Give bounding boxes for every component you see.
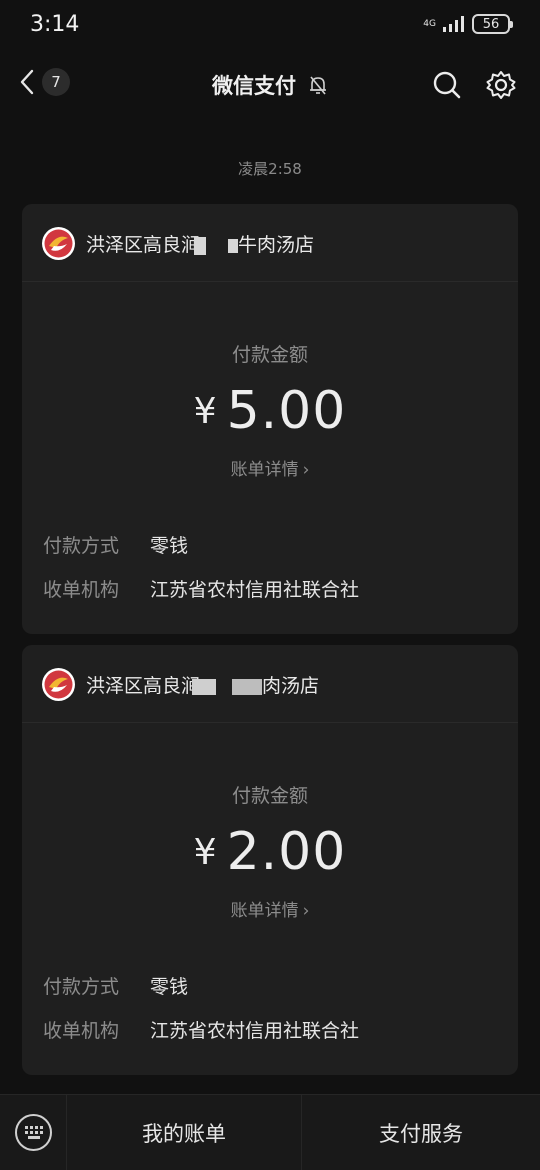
merchant-name-start: 洪泽区高良涧 <box>86 675 201 697</box>
info-row-method: 付款方式 零钱 <box>43 963 518 1007</box>
info-value: 江苏省农村信用社联合社 <box>150 578 360 601</box>
card-header: 洪泽区高良涧 牛肉汤店 <box>22 204 518 282</box>
info-row-acquirer: 收单机构 江苏省农村信用社联合社 <box>43 566 518 610</box>
bill-detail-label: 账单详情 <box>230 460 299 480</box>
bill-detail-label: 账单详情 <box>230 901 299 921</box>
search-button[interactable] <box>432 70 462 104</box>
card-header: 洪泽区高良涧 肉汤店 <box>22 645 518 723</box>
amount-label: 付款金额 <box>231 344 308 366</box>
amount-display: ¥5.00 <box>22 381 518 441</box>
currency-symbol: ¥ <box>193 390 217 432</box>
amount-display: ¥2.00 <box>22 822 518 882</box>
info-value: 零钱 <box>150 534 189 557</box>
amount-value: 2.00 <box>226 822 347 882</box>
info-value: 零钱 <box>150 975 189 998</box>
info-key: 收单机构 <box>43 578 120 601</box>
settings-button[interactable] <box>486 70 516 104</box>
currency-symbol: ¥ <box>193 831 217 873</box>
merchant-name-end: 牛肉汤店 <box>238 234 315 256</box>
chevron-right-icon: › <box>302 460 310 480</box>
network-label: 4G <box>423 18 436 29</box>
redaction-mark <box>232 678 263 695</box>
info-value: 江苏省农村信用社联合社 <box>150 1019 360 1042</box>
redaction-mark <box>194 236 207 255</box>
status-time: 3:14 <box>30 12 80 37</box>
signal-icon <box>443 16 464 32</box>
info-key: 收单机构 <box>43 1019 120 1042</box>
payment-info: 付款方式 零钱 收单机构 江苏省农村信用社联合社 <box>22 963 518 1051</box>
amount-label: 付款金额 <box>231 785 308 807</box>
keyboard-icon <box>25 1126 43 1139</box>
merchant-name-end: 肉汤店 <box>262 675 320 697</box>
payment-info: 付款方式 零钱 收单机构 江苏省农村信用社联合社 <box>22 522 518 610</box>
page-title: 微信支付 <box>212 74 296 98</box>
chevron-right-icon: › <box>302 901 310 921</box>
info-key: 付款方式 <box>43 975 120 998</box>
battery-icon: 56 <box>472 14 513 34</box>
search-icon <box>433 71 461 99</box>
bank-logo-icon <box>42 668 75 701</box>
info-key: 付款方式 <box>43 534 120 557</box>
info-row-method: 付款方式 零钱 <box>43 522 518 566</box>
redaction-mark <box>228 238 239 253</box>
status-bar: 3:14 4G 56 <box>0 0 540 52</box>
bill-detail-link[interactable]: 账单详情 › <box>22 896 518 921</box>
mute-bell-icon <box>310 76 326 95</box>
redaction-mark <box>192 678 217 695</box>
message-timestamp: 凌晨2:58 <box>238 160 302 178</box>
amount-value: 5.00 <box>226 381 347 441</box>
nav-bar: 7 微信支付 <box>0 56 540 116</box>
merchant-name-start: 洪泽区高良涧 <box>86 234 201 256</box>
payment-card[interactable]: 洪泽区高良涧 牛肉汤店 付款金额 ¥5.00 账单详情 › 付款方式 零钱 收单机构… <box>22 204 518 634</box>
payment-card[interactable]: 洪泽区高良涧 肉汤店 付款金额 ¥2.00 账单详情 › 付款方式 零钱 收单机构 … <box>22 645 518 1075</box>
payment-services-menu[interactable]: 支付服务 <box>302 1095 540 1170</box>
info-row-acquirer: 收单机构 江苏省农村信用社联合社 <box>43 1007 518 1051</box>
gear-icon <box>486 71 516 99</box>
status-indicators: 4G 56 <box>423 14 513 34</box>
merchant-name: 洪泽区高良涧 肉汤店 <box>86 671 319 698</box>
keyboard-toggle-button[interactable] <box>15 1114 52 1151</box>
merchant-name: 洪泽区高良涧 牛肉汤店 <box>86 230 314 257</box>
my-bills-menu[interactable]: 我的账单 <box>67 1095 301 1170</box>
bill-detail-link[interactable]: 账单详情 › <box>22 455 518 480</box>
bottom-menu-bar: 我的账单 支付服务 <box>0 1094 540 1170</box>
bank-logo-icon <box>42 227 75 260</box>
